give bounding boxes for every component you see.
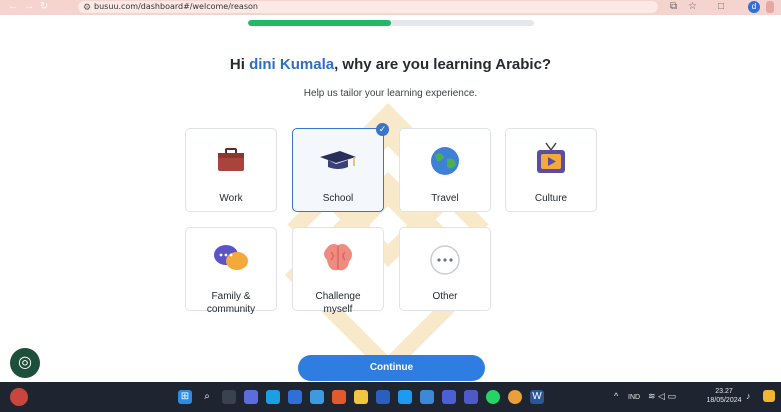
option-travel[interactable]: Travel bbox=[399, 128, 491, 212]
chrome-icon[interactable] bbox=[508, 390, 522, 404]
forward-icon[interactable]: → bbox=[24, 1, 34, 13]
option-culture[interactable]: Culture bbox=[505, 128, 597, 212]
brain-icon bbox=[324, 244, 352, 271]
option-label-line2: community bbox=[206, 304, 256, 315]
app2-icon[interactable] bbox=[442, 390, 456, 404]
graduation-cap-icon bbox=[320, 151, 356, 169]
cookie-settings-button[interactable]: ◎ bbox=[10, 348, 40, 378]
option-label-line1: Challenge bbox=[315, 291, 361, 302]
reload-icon[interactable]: ↻ bbox=[40, 1, 48, 13]
globe-icon bbox=[431, 147, 459, 175]
selected-check-icon: ✓ bbox=[376, 123, 389, 136]
notification-bell-icon[interactable]: ♪ bbox=[746, 392, 751, 401]
task-view-icon[interactable] bbox=[222, 390, 236, 404]
copilot-icon[interactable] bbox=[763, 390, 775, 402]
option-work[interactable]: Work bbox=[185, 128, 277, 212]
clock-time[interactable]: 23.27 bbox=[706, 387, 742, 396]
edge-icon[interactable] bbox=[266, 390, 280, 404]
calendar-icon[interactable] bbox=[288, 390, 302, 404]
wifi-volume-battery-icon[interactable]: ≋ ◁ ▭ bbox=[648, 392, 676, 401]
browser-toolbar: ← → ↻ ⚙ busuu.com/dashboard#/welcome/rea… bbox=[0, 0, 781, 15]
browser-menu-icon[interactable] bbox=[766, 1, 774, 13]
tab-window-icon[interactable]: □ bbox=[718, 1, 724, 13]
office-icon[interactable] bbox=[332, 390, 346, 404]
windows-taskbar: ⊞ ⌕ W ^ IND ≋ ◁ ▭ 23.27 18/05/2024 ♪ bbox=[0, 382, 781, 412]
user-name: dini Kumala bbox=[249, 56, 335, 73]
option-label: Travel bbox=[431, 193, 459, 204]
word-icon[interactable]: W bbox=[530, 390, 544, 404]
weather-widget-icon[interactable] bbox=[10, 388, 28, 406]
option-label: Work bbox=[219, 193, 243, 204]
video-editor-icon[interactable] bbox=[464, 390, 478, 404]
file-explorer-icon[interactable] bbox=[354, 390, 368, 404]
cookie-icon: ◎ bbox=[18, 354, 32, 371]
tray-expand-icon[interactable]: ^ bbox=[614, 392, 618, 401]
option-school[interactable]: School ✓ bbox=[292, 123, 389, 212]
option-label: School bbox=[322, 193, 354, 204]
app-icon[interactable] bbox=[376, 390, 390, 404]
option-label: Other bbox=[432, 291, 458, 302]
page-subtitle: Help us tailor your learning experience. bbox=[303, 88, 478, 99]
translate-icon[interactable]: ⧉ bbox=[670, 1, 677, 13]
option-challenge-myself[interactable]: Challenge myself bbox=[292, 227, 384, 315]
store-icon[interactable] bbox=[310, 390, 324, 404]
clock-date[interactable]: 18/05/2024 bbox=[702, 396, 746, 405]
teams-icon[interactable] bbox=[244, 390, 258, 404]
option-label-line1: Family & bbox=[211, 291, 251, 302]
briefcase-icon bbox=[218, 148, 244, 171]
bookmark-star-icon[interactable]: ☆ bbox=[688, 1, 697, 13]
title-suffix: , why are you learning Arabic? bbox=[334, 56, 552, 73]
option-label-line2: myself bbox=[323, 304, 353, 315]
page-title: Hi dini Kumala, why are you learning Ara… bbox=[0, 56, 781, 73]
language-indicator[interactable]: IND bbox=[628, 393, 640, 402]
option-family-community[interactable]: Family & community bbox=[185, 227, 277, 315]
profile-avatar[interactable]: d bbox=[748, 1, 760, 13]
photos-icon[interactable] bbox=[420, 390, 434, 404]
site-info-icon[interactable]: ⚙ bbox=[83, 1, 91, 13]
onboarding-progress-bar bbox=[248, 20, 534, 26]
tv-icon bbox=[537, 142, 565, 173]
more-dots-icon bbox=[430, 245, 460, 275]
continue-button[interactable]: Continue bbox=[298, 355, 485, 381]
progress-fill bbox=[248, 20, 391, 26]
option-label: Culture bbox=[534, 193, 568, 204]
back-icon[interactable]: ← bbox=[8, 1, 18, 13]
address-bar[interactable]: ⚙ busuu.com/dashboard#/welcome/reason bbox=[78, 1, 658, 13]
url-text: busuu.com/dashboard#/welcome/reason bbox=[94, 2, 258, 11]
start-menu-icon[interactable]: ⊞ bbox=[178, 390, 192, 404]
title-prefix: Hi bbox=[229, 56, 250, 73]
search-icon[interactable]: ⌕ bbox=[200, 390, 214, 404]
whatsapp-icon[interactable] bbox=[486, 390, 500, 404]
mail-icon[interactable] bbox=[398, 390, 412, 404]
option-other[interactable]: Other bbox=[399, 227, 491, 311]
chat-bubbles-icon bbox=[214, 245, 248, 270]
